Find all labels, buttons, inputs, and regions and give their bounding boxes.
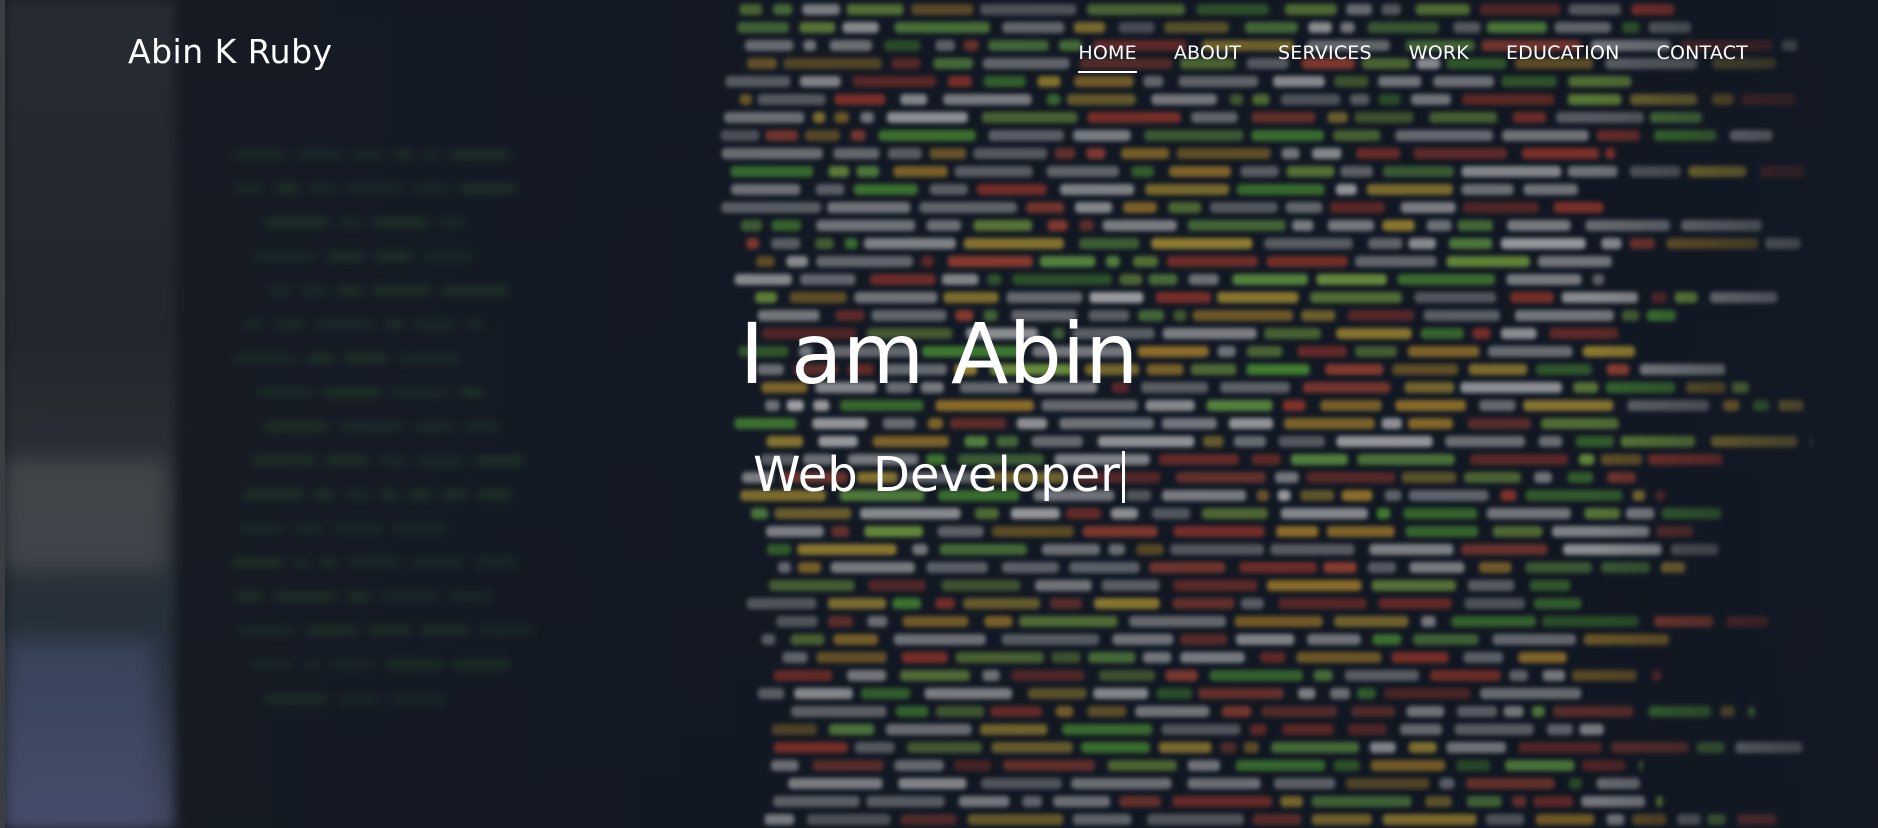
hero-typed-subtitle: Web Developer [0,447,1878,503]
background-code-image [0,0,1878,828]
hero-section: Abin K Ruby HOME ABOUT SERVICES WORK EDU… [0,0,1878,828]
typed-text: Web Developer [753,447,1120,503]
nav-item-contact[interactable]: CONTACT [1656,42,1748,64]
window-left-edge [0,0,5,828]
nav-item-work[interactable]: WORK [1409,42,1469,64]
background-left-bottom [5,640,155,828]
nav-item-education[interactable]: EDUCATION [1506,42,1620,64]
nav-item-services[interactable]: SERVICES [1278,42,1372,64]
nav-menu: HOME ABOUT SERVICES WORK EDUCATION CONTA… [1041,42,1748,73]
hero-headline: I am Abin [0,305,1878,403]
brand-logo-text[interactable]: Abin K Ruby [128,32,333,71]
typing-cursor [1121,451,1125,503]
navbar: Abin K Ruby HOME ABOUT SERVICES WORK EDU… [0,0,1878,110]
nav-item-about[interactable]: ABOUT [1174,42,1241,64]
nav-item-home[interactable]: HOME [1078,42,1138,73]
code-lines-graphic [0,0,1878,828]
hero-headline-text: I am Abin [739,305,1139,403]
